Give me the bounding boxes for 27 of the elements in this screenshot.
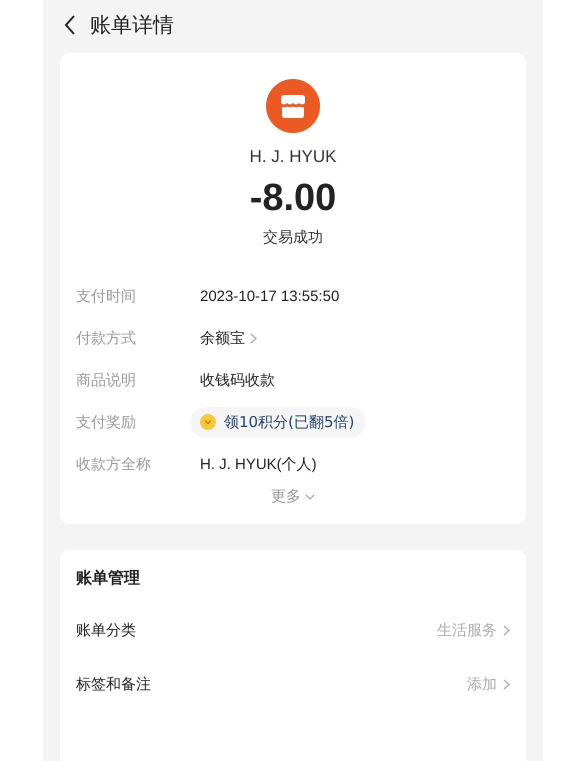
shop-icon xyxy=(266,79,320,133)
detail-value: 收钱码收款 xyxy=(200,370,275,390)
more-button[interactable]: 更多 xyxy=(271,487,315,506)
section-title: 账单管理 xyxy=(76,567,141,589)
setting-value-link[interactable]: 添加 xyxy=(467,674,510,694)
payee-name: H. J. HYUK xyxy=(250,147,336,167)
detail-label: 支付奖励 xyxy=(76,412,137,432)
detail-label: 商品说明 xyxy=(76,370,137,390)
setting-label: 账单分类 xyxy=(76,620,136,640)
amount: -8.00 xyxy=(250,177,336,220)
chevron-right-icon xyxy=(503,678,510,690)
back-icon[interactable] xyxy=(64,15,76,35)
transaction-status: 交易成功 xyxy=(263,228,323,247)
detail-label: 付款方式 xyxy=(76,328,137,348)
chevron-right-icon xyxy=(250,332,257,344)
payment-method-link[interactable]: 余额宝 xyxy=(200,328,257,348)
chevron-right-icon xyxy=(503,624,510,636)
chevron-down-icon xyxy=(305,494,315,500)
detail-value: H. J. HYUK(个人) xyxy=(200,454,317,474)
setting-value-link[interactable]: 生活服务 xyxy=(437,620,510,640)
coin-icon xyxy=(200,414,216,430)
page-title: 账单详情 xyxy=(90,12,174,39)
detail-label: 支付时间 xyxy=(76,286,137,306)
reward-button[interactable]: 领10积分(已翻5倍) xyxy=(190,406,366,438)
setting-label: 标签和备注 xyxy=(76,674,151,694)
detail-value: 2023-10-17 13:55:50 xyxy=(200,288,340,304)
detail-label: 收款方全称 xyxy=(76,454,152,474)
